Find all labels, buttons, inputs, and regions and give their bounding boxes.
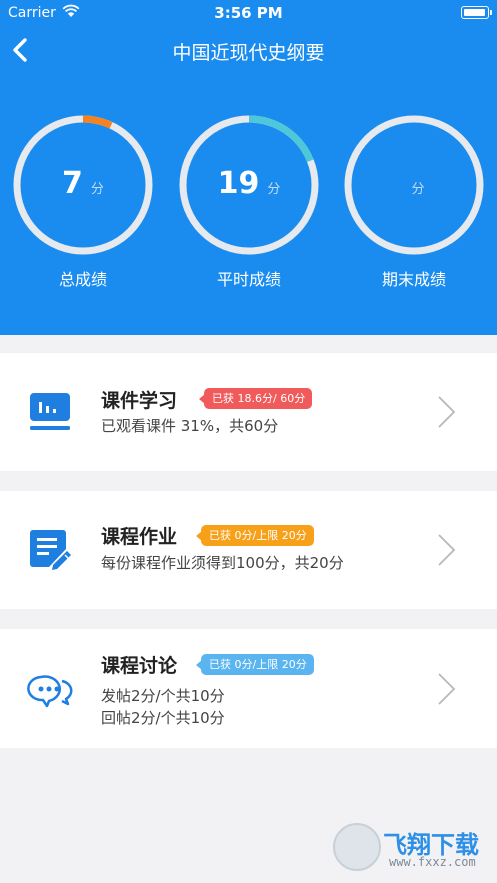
final-score-gauge: 分 [343,114,485,256]
discussion-card[interactable]: 课程讨论 已获 0分/上限 20分 发帖2分/个共10分 回帖2分/个共10分 [0,629,497,748]
score-unit: 分 [267,182,281,197]
chevron-right-icon [438,673,456,705]
card-desc: 回帖2分/个共10分 [101,709,225,727]
score-number: 19 [217,166,260,201]
page-title: 中国近现代史纲要 [172,42,325,64]
homework-icon [30,530,71,570]
score-badge: 已获 0分/上限 20分 [196,525,314,546]
watermark-url: www.fxxz.com [389,855,476,869]
courseware-icon [30,393,70,430]
watermark-logo [333,823,381,871]
score-badge: 已获 18.6分/ 60分 [198,388,313,409]
card-desc: 发帖2分/个共10分 [101,687,225,705]
total-score-gauge: 7分 [12,114,154,256]
score-unit: 分 [411,182,425,197]
card-title: 课程讨论 [101,655,178,677]
courseware-study-card[interactable]: 课件学习 已获 18.6分/ 60分 已观看课件 31%，共60分 [0,353,497,471]
chevron-right-icon [438,534,456,566]
regular-score-gauge: 19 分 [178,114,320,256]
score-header: Carrier 3:56 PM 中国近现代史纲要 7分 总成绩 19 分 平时成绩 [0,0,497,335]
card-desc: 每份课程作业须得到100分，共20分 [101,554,344,572]
score-badge: 已获 0分/上限 20分 [196,654,314,675]
gauge-value: 分 [343,166,485,201]
card-title: 课程作业 [101,526,178,548]
discussion-icon [27,675,73,708]
score-unit: 分 [90,182,104,197]
card-title: 课件学习 [101,390,178,412]
gauge-value: 19 分 [178,166,320,201]
score-number: 7 [62,166,83,201]
chevron-right-icon [438,396,456,428]
total-score-label: 总成绩 [58,270,107,289]
regular-score-label: 平时成绩 [216,270,281,289]
watermark: 飞翔下载 www.fxxz.com [333,823,488,875]
card-desc: 已观看课件 31%，共60分 [101,417,279,435]
status-bar: Carrier 3:56 PM [0,0,497,26]
final-score-label: 期末成绩 [381,270,446,289]
homework-card[interactable]: 课程作业 已获 0分/上限 20分 每份课程作业须得到100分，共20分 [0,491,497,609]
status-time: 3:56 PM [214,4,283,22]
battery-icon [461,6,492,19]
gauge-value: 7分 [12,166,154,201]
